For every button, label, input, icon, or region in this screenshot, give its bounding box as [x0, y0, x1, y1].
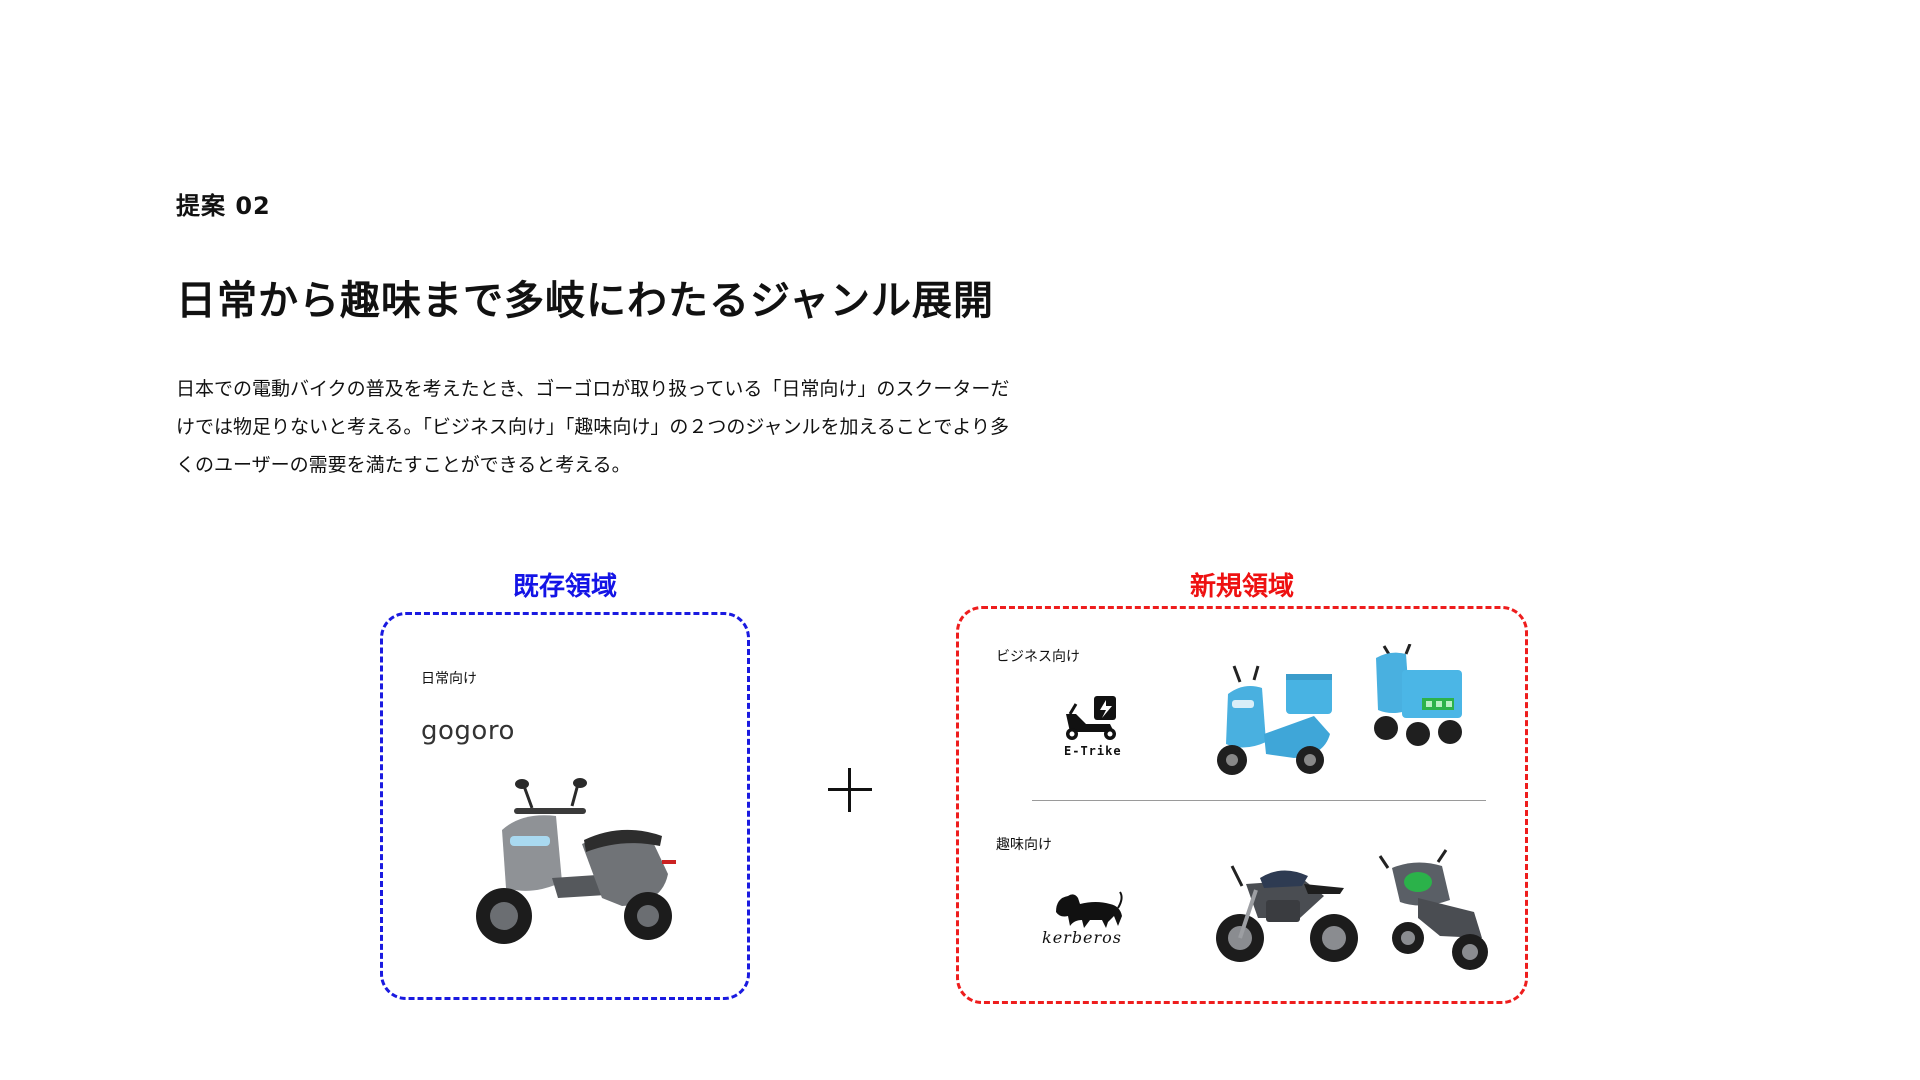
- etrike-rear-image: [1374, 644, 1462, 746]
- new-area-title: 新規領域: [1189, 572, 1294, 602]
- gogoro-scooter-image: [476, 778, 676, 944]
- etrike-logo-text: E-Trike: [1064, 744, 1122, 758]
- plus-icon: [828, 768, 872, 812]
- genre-daily-label: 日常向け: [421, 671, 477, 687]
- lion-emblem-icon: [1056, 891, 1123, 928]
- kerberos-front-image: [1378, 849, 1488, 970]
- page-title: 日常から趣味まで多岐にわたるジャンル展開: [176, 278, 994, 324]
- gogoro-logo: gogoro: [421, 716, 515, 746]
- description: 日本での電動バイクの普及を考えたとき、ゴーゴロが取り扱っている「日常向け」のスク…: [176, 370, 1116, 484]
- genre-business-label: ビジネス向け: [996, 649, 1080, 665]
- existing-area-title: 既存領域: [512, 572, 617, 602]
- row-divider: [1032, 800, 1486, 801]
- kerberos-motorcycle-image: [1216, 865, 1358, 962]
- etrike-scooter-image: [1217, 665, 1332, 775]
- description-line: けでは物足りないと考える。「ビジネス向け」「趣味向け」の２つのジャンルを加えるこ…: [176, 416, 1009, 438]
- description-line: 日本での電動バイクの普及を考えたとき、ゴーゴロが取り扱っている「日常向け」のスク…: [176, 378, 1010, 400]
- proposal-label: 提案 02: [176, 192, 271, 220]
- delivery-scooter-icon: [1066, 696, 1116, 740]
- genre-hobby-label: 趣味向け: [996, 837, 1052, 853]
- description-line: くのユーザーの需要を満たすことができると考える。: [176, 454, 631, 476]
- kerberos-logo-text: kerberos: [1042, 928, 1123, 947]
